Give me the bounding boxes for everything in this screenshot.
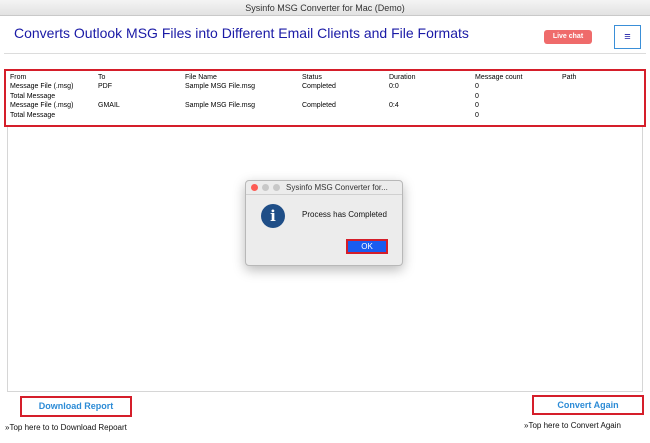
completion-dialog: Sysinfo MSG Converter for... i Process h… <box>245 180 403 266</box>
dialog-title: Sysinfo MSG Converter for... <box>286 183 388 192</box>
live-chat-button[interactable]: Live chat <box>544 30 592 44</box>
hamburger-icon: ≡ <box>624 31 631 43</box>
table-cell: 0:4 <box>389 102 399 109</box>
column-header-path: Path <box>562 74 577 81</box>
close-window-icon[interactable] <box>251 184 258 191</box>
table-cell: Message File (.msg) <box>10 102 74 109</box>
table-cell: Message File (.msg) <box>10 83 74 90</box>
table-cell: 0:0 <box>389 83 399 90</box>
window-titlebar: Sysinfo MSG Converter for Mac (Demo) <box>0 0 650 16</box>
window-title: Sysinfo MSG Converter for Mac (Demo) <box>245 3 405 13</box>
table-cell: Total Message <box>10 92 56 100</box>
ok-button[interactable]: OK <box>346 239 388 254</box>
download-report-button[interactable]: Download Report <box>20 396 132 417</box>
table-cell: Completed <box>302 83 336 90</box>
convert-hint-text: »Top here to Convert Again <box>524 421 621 430</box>
table-cell: PDF <box>98 83 112 90</box>
table-cell: 0 <box>475 102 479 109</box>
dialog-titlebar: Sysinfo MSG Converter for... <box>246 181 402 195</box>
conversion-results-table: From To File Name Status Duration Messag… <box>4 69 646 127</box>
zoom-window-icon <box>273 184 280 191</box>
app-header: Converts Outlook MSG Files into Differen… <box>4 18 646 54</box>
page-headline: Converts Outlook MSG Files into Differen… <box>14 25 469 41</box>
table-cell: Sample MSG File.msg <box>185 83 256 90</box>
download-hint-text: »Top here to to Download Repoart <box>5 423 127 432</box>
table-cell: Total Message <box>10 111 56 119</box>
dialog-message: Process has Completed <box>302 210 387 219</box>
minimize-window-icon <box>262 184 269 191</box>
table-cell: 0 <box>475 83 479 90</box>
table-cell: GMAIL <box>98 102 120 109</box>
convert-again-button[interactable]: Convert Again <box>532 395 644 415</box>
table-cell: Completed <box>302 102 336 109</box>
info-icon: i <box>261 204 285 228</box>
column-header-message-count: Message count <box>475 74 523 81</box>
table-cell: Sample MSG File.msg <box>185 102 256 109</box>
table-cell: 0 <box>475 92 479 100</box>
table-cell: 0 <box>475 111 479 119</box>
menu-button[interactable]: ≡ <box>614 25 641 49</box>
